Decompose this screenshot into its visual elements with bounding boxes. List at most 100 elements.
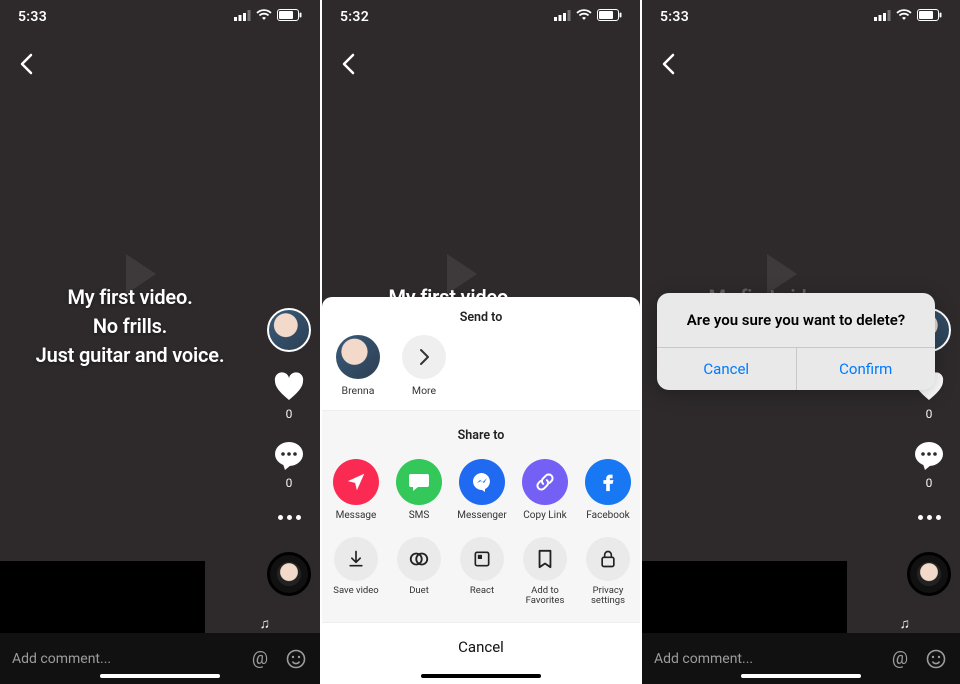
link-icon: [522, 459, 568, 505]
wifi-icon: [896, 9, 912, 25]
heart-icon: [271, 369, 307, 405]
comment-icon: [271, 438, 307, 474]
comment-button[interactable]: 0: [271, 438, 307, 490]
comment-input[interactable]: Add comment...: [654, 651, 876, 667]
timeline-thumbnail-strip[interactable]: [642, 561, 847, 633]
delete-confirm-dialog: Are you sure you want to delete? Cancel …: [657, 293, 935, 390]
share-to-row[interactable]: Message SMS Messenger: [322, 453, 640, 527]
duet-icon: [397, 537, 441, 581]
privacy-button[interactable]: Privacy settings: [582, 537, 634, 606]
status-indicators: [234, 9, 302, 25]
status-bar: 5:33: [642, 0, 960, 34]
play-icon[interactable]: [447, 254, 477, 294]
share-sheet: Send to Brenna More Share to Messag: [322, 297, 640, 684]
share-message-button[interactable]: Message: [330, 459, 382, 521]
like-button[interactable]: 0: [271, 369, 307, 421]
share-sms-button[interactable]: SMS: [393, 459, 445, 521]
comment-count: 0: [286, 476, 293, 490]
wifi-icon: [576, 9, 592, 25]
more-recipients-button[interactable]: More: [400, 335, 448, 397]
wifi-icon: [256, 9, 272, 25]
at-mention-icon[interactable]: @: [248, 647, 272, 671]
action-label: React: [470, 586, 494, 596]
emoji-icon[interactable]: [924, 647, 948, 671]
more-label: More: [412, 385, 436, 397]
action-label: Save video: [333, 586, 378, 596]
dialog-title: Are you sure you want to delete?: [657, 293, 935, 347]
status-indicators: [874, 9, 942, 25]
comment-icon: [911, 438, 947, 474]
battery-icon: [597, 9, 622, 25]
like-count: 0: [286, 407, 293, 421]
share-to-title: Share to: [322, 415, 640, 453]
play-icon: [767, 254, 797, 294]
comment-count: 0: [926, 476, 933, 490]
facebook-icon: [585, 459, 631, 505]
cellular-signal-icon: [874, 9, 891, 25]
react-icon: [460, 537, 504, 581]
video-caption: My first video. No frills. Just guitar a…: [0, 283, 260, 370]
music-note-icon: ♫: [260, 615, 271, 632]
save-video-button[interactable]: Save video: [330, 537, 382, 606]
back-button[interactable]: [8, 46, 44, 82]
like-count: 0: [926, 407, 933, 421]
action-label: Duet: [409, 586, 429, 596]
more-button[interactable]: [918, 515, 941, 520]
send-to-title: Send to: [322, 297, 640, 335]
messenger-icon: [459, 459, 505, 505]
profile-avatar[interactable]: [267, 308, 311, 352]
home-indicator[interactable]: [100, 674, 220, 678]
caption-line: No frills.: [0, 312, 260, 341]
share-target-label: Messenger: [457, 510, 507, 521]
message-icon: [333, 459, 379, 505]
share-messenger-button[interactable]: Messenger: [456, 459, 508, 521]
dialog-confirm-button[interactable]: Confirm: [796, 348, 936, 390]
dialog-cancel-button[interactable]: Cancel: [657, 348, 796, 390]
back-button[interactable]: [330, 46, 366, 82]
recipient-item[interactable]: Brenna: [334, 335, 382, 397]
right-action-stack: 0 0: [267, 308, 311, 596]
status-bar: 5:33: [0, 0, 320, 34]
download-icon: [334, 537, 378, 581]
sound-disc[interactable]: [267, 552, 311, 596]
share-target-label: Message: [336, 510, 377, 521]
lock-icon: [586, 537, 630, 581]
comment-input[interactable]: Add comment...: [12, 651, 236, 667]
battery-icon: [917, 9, 942, 25]
action-row[interactable]: Save video Duet React: [322, 527, 640, 618]
duet-button[interactable]: Duet: [393, 537, 445, 606]
back-button[interactable]: [650, 46, 686, 82]
sound-disc[interactable]: [907, 552, 951, 596]
chevron-right-icon: [402, 335, 446, 379]
cellular-signal-icon: [234, 9, 251, 25]
action-label: Privacy settings: [582, 586, 634, 606]
comment-button[interactable]: 0: [911, 438, 947, 490]
send-to-row[interactable]: Brenna More: [322, 335, 640, 411]
bookmark-icon: [523, 537, 567, 581]
favorite-button[interactable]: Add to Favorites: [519, 537, 571, 606]
home-indicator[interactable]: [421, 674, 541, 678]
status-indicators: [554, 9, 622, 25]
chevron-left-icon: [19, 53, 33, 75]
share-target-label: Facebook: [586, 510, 629, 521]
play-icon[interactable]: [126, 254, 156, 294]
status-bar: 5:32: [322, 0, 640, 34]
share-copylink-button[interactable]: Copy Link: [519, 459, 571, 521]
chevron-left-icon: [341, 53, 355, 75]
at-mention-icon[interactable]: @: [888, 647, 912, 671]
recipient-avatar: [336, 335, 380, 379]
more-button[interactable]: [278, 515, 301, 520]
dialog-button-row: Cancel Confirm: [657, 347, 935, 390]
react-button[interactable]: React: [456, 537, 508, 606]
music-note-icon: ♫: [900, 615, 911, 632]
chevron-left-icon: [661, 53, 675, 75]
home-indicator[interactable]: [741, 674, 861, 678]
share-facebook-button[interactable]: Facebook: [582, 459, 634, 521]
emoji-icon[interactable]: [284, 647, 308, 671]
battery-icon: [277, 9, 302, 25]
timeline-thumbnail-strip[interactable]: [0, 561, 205, 633]
share-target-label: Copy Link: [523, 510, 566, 521]
recipient-name: Brenna: [342, 385, 375, 397]
screen-delete-confirm: 5:33 My first video. 0: [640, 0, 960, 684]
cellular-signal-icon: [554, 9, 571, 25]
